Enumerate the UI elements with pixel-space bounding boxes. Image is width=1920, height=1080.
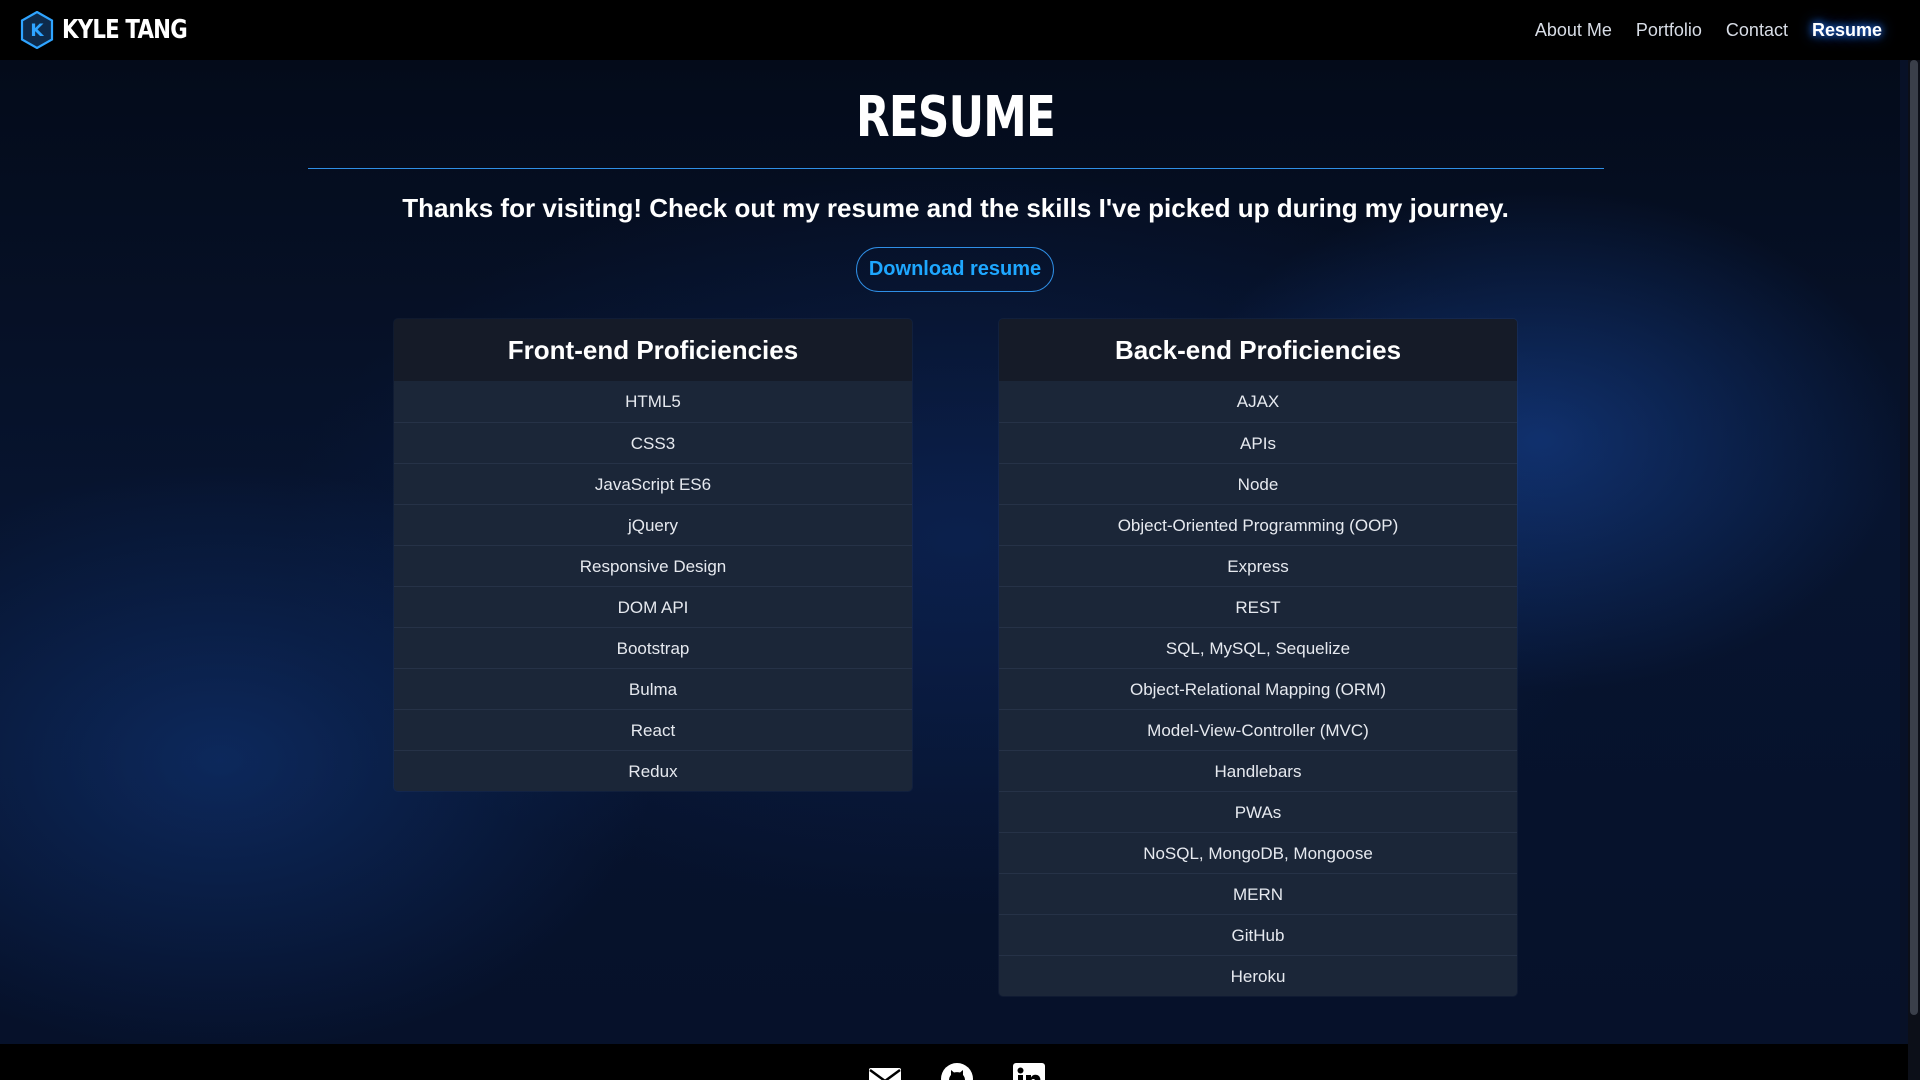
github-icon[interactable] (940, 1062, 974, 1080)
email-icon[interactable] (868, 1062, 902, 1080)
footer (0, 1044, 1908, 1080)
list-item: Object-Oriented Programming (OOP) (999, 504, 1517, 545)
brand-name[interactable]: KYLE TANG (62, 15, 188, 45)
list-item: Responsive Design (394, 545, 912, 586)
scrollbar-thumb[interactable] (1910, 60, 1918, 1015)
brand-logo-letter: K (30, 21, 44, 41)
list-item: Node (999, 463, 1517, 504)
frontend-skill-list: HTML5 CSS3 JavaScript ES6 jQuery Respons… (394, 381, 912, 791)
list-item: SQL, MySQL, Sequelize (999, 627, 1517, 668)
list-item: React (394, 709, 912, 750)
list-item: Bootstrap (394, 627, 912, 668)
brand[interactable]: K KYLE TANG (20, 10, 214, 50)
list-item: Object-Relational Mapping (ORM) (999, 668, 1517, 709)
footer-social-links (868, 1062, 1084, 1080)
navbar: K KYLE TANG About Me Portfolio Contact R… (0, 0, 1920, 60)
list-item: Handlebars (999, 750, 1517, 791)
list-item: Bulma (394, 668, 912, 709)
list-item: MERN (999, 873, 1517, 914)
list-item: NoSQL, MongoDB, Mongoose (999, 832, 1517, 873)
list-item: CSS3 (394, 422, 912, 463)
list-item: AJAX (1236, 392, 1280, 411)
list-item: Express (999, 545, 1517, 586)
frontend-proficiencies-card: Front-end Proficiencies HTML5 CSS3 JavaS… (394, 319, 912, 791)
page-subtitle: Thanks for visiting! Check out my resume… (402, 193, 1509, 223)
list-item: GitHub (999, 914, 1517, 955)
backend-proficiencies-card: Back-end Proficiencies AJAX APIs Node Ob… (999, 319, 1517, 996)
list-item: Model-View-Controller (MVC) (999, 709, 1517, 750)
list-item: jQuery (394, 504, 912, 545)
scrollbar-track[interactable] (1908, 60, 1920, 1080)
backend-skill-list: AJAX APIs Node Object-Oriented Programmi… (999, 381, 1517, 996)
linkedin-icon[interactable] (1012, 1062, 1046, 1080)
list-item: HTML5 (625, 392, 681, 411)
nav-link-resume[interactable]: Resume (1812, 20, 1882, 41)
list-item: JavaScript ES6 (394, 463, 912, 504)
list-item: Heroku (999, 955, 1517, 996)
list-item: APIs (999, 422, 1517, 463)
nav-link-portfolio[interactable]: Portfolio (1636, 20, 1702, 41)
download-resume-button[interactable]: Download resume (856, 247, 1054, 292)
brand-logo-icon: K (20, 11, 54, 49)
list-item: Redux (394, 750, 912, 791)
list-item: DOM API (394, 586, 912, 627)
list-item: REST (999, 586, 1517, 627)
nav-links: About Me Portfolio Contact Resume (1511, 0, 1882, 60)
page-title: RESUME (855, 85, 1056, 150)
nav-link-about-me[interactable]: About Me (1535, 20, 1612, 41)
list-item: PWAs (999, 791, 1517, 832)
nav-link-contact[interactable]: Contact (1726, 20, 1788, 41)
card-title: Back-end Proficiencies (999, 319, 1517, 381)
card-title: Front-end Proficiencies (394, 319, 912, 381)
title-divider (308, 168, 1604, 169)
